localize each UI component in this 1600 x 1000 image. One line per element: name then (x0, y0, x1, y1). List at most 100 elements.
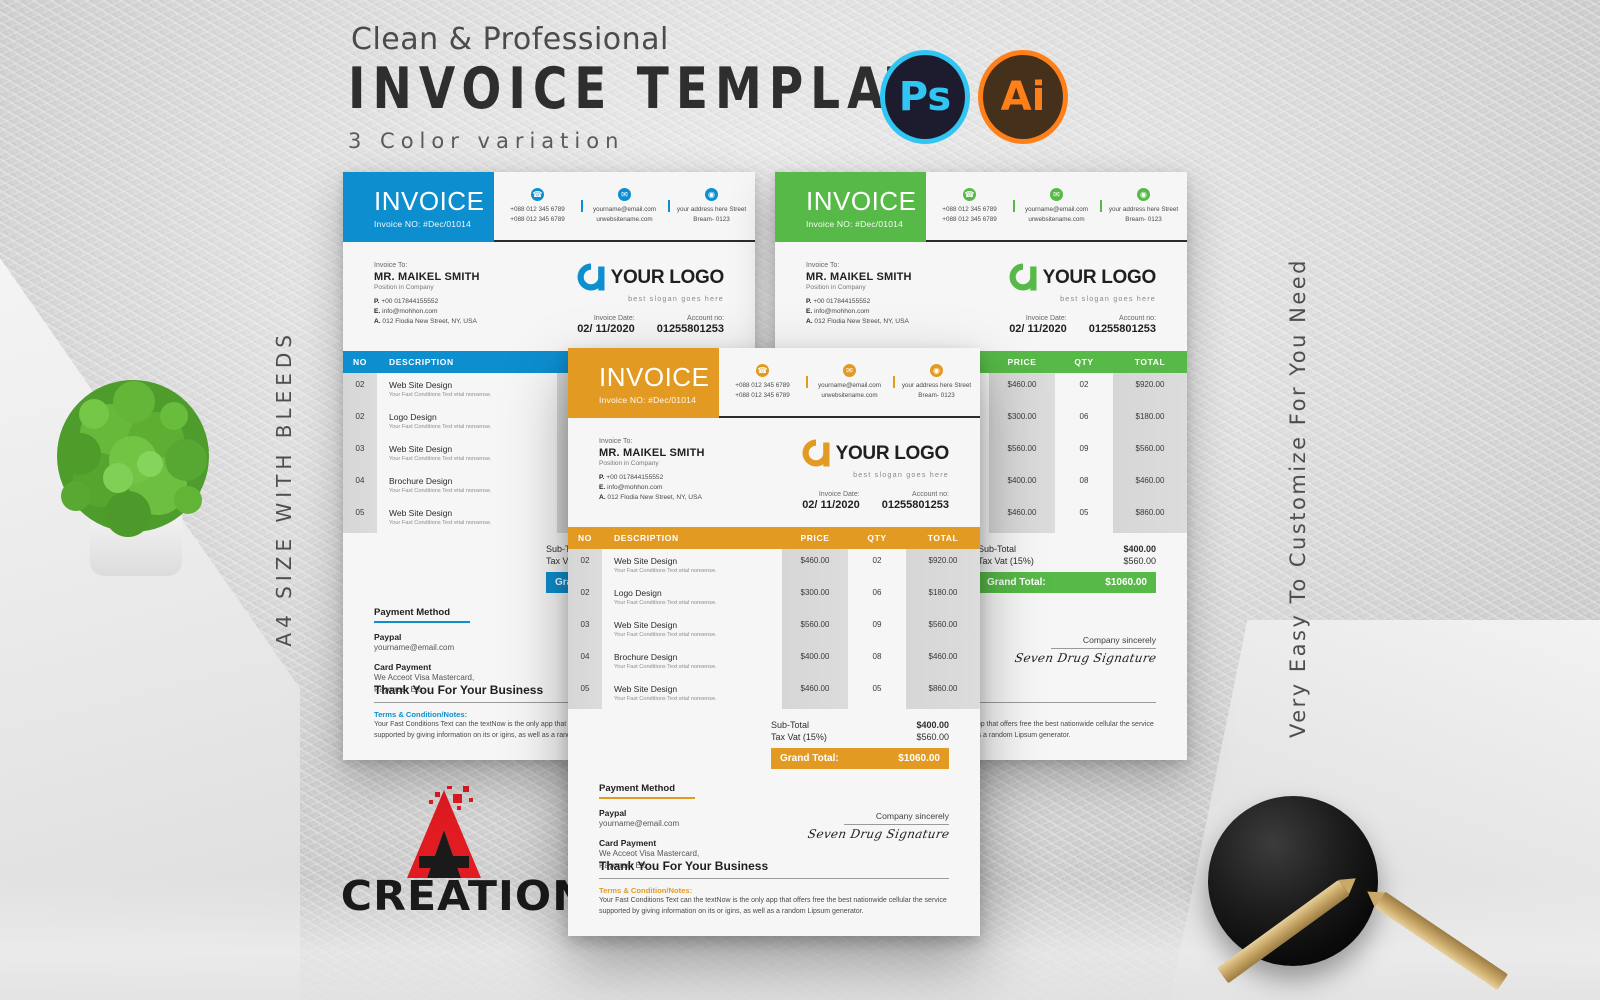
invoice-date-value: 02/ 11/2020 (802, 499, 860, 511)
paypal-value: yourname@email.com (374, 642, 455, 652)
bill-to-name: MR. MAIKEL SMITH (806, 271, 912, 283)
invoice-date-block: Invoice Date: 02/ 11/2020 (1009, 315, 1067, 335)
payment-method-heading: Payment Method (374, 607, 451, 618)
col-qty: QTY (1074, 357, 1094, 367)
cell-description: Logo Design Your Fast Conditions Text et… (614, 588, 717, 606)
cell-total: $920.00 (906, 549, 980, 581)
account-label: Account no: (1119, 315, 1156, 322)
email-icon: ✉ (1050, 188, 1063, 202)
grand-total-row: Grand Total: $1060.00 (771, 748, 949, 769)
cell-total: $560.00 (906, 613, 980, 645)
cell-price: $300.00 (782, 581, 848, 613)
subtotal-row: Sub-Total $400.00 (978, 543, 1156, 555)
col-description: DESCRIPTION (614, 533, 679, 543)
cell-price: $300.00 (989, 405, 1055, 437)
tax-value: $560.00 (916, 732, 949, 742)
grand-total-value: $1060.00 (898, 753, 940, 764)
bill-to-address: A. 012 Flodia New Street, NY, USA (599, 494, 702, 501)
payment-method-heading: Payment Method (599, 783, 676, 794)
tax-value: $560.00 (1123, 556, 1156, 566)
grand-total-row: Grand Total: $1060.00 (978, 572, 1156, 593)
cell-price: $460.00 (782, 677, 848, 709)
phone-icon: ☎ (963, 188, 976, 202)
cell-qty: 08 (872, 652, 882, 661)
table-row: 05 Web Site Design Your Fast Conditions … (568, 677, 980, 709)
cell-total: $860.00 (1113, 501, 1187, 533)
signature-rule (844, 824, 949, 825)
payment-signature-block: Payment Method Paypal yourname@email.com… (568, 769, 980, 871)
cell-price: $400.00 (989, 469, 1055, 501)
signature-name: Seven Drug Signature (1013, 651, 1158, 665)
contact-line: yourname@email.com urwebsitename.com (1024, 206, 1089, 223)
col-qty: QTY (867, 533, 887, 543)
cell-description: Web Site Design Your Fast Conditions Tex… (614, 556, 717, 574)
illustrator-badge: Ai (978, 50, 1068, 144)
line-items-table: NO DESCRIPTION PRICE QTY TOTAL 02 Web Si… (568, 527, 980, 709)
card-payment-label: Card Payment (599, 838, 657, 849)
payment-underline (599, 797, 695, 799)
subtotal-row: Sub-Total $400.00 (771, 719, 949, 731)
label-a4-size: A4 SIZE WITH BLEEDS (272, 330, 296, 647)
bill-to-address: A. 012 Flodia New Street, NY, USA (374, 318, 477, 325)
contact-email: ✉ yourname@email.com urwebsitename.com (806, 364, 893, 399)
cell-total: $460.00 (906, 645, 980, 677)
cell-description: Web Site Design Your Fast Conditions Tex… (614, 684, 717, 702)
cell-no: 05 (568, 677, 602, 709)
invoice-date-label: Invoice Date: (593, 315, 635, 322)
cell-no: 02 (568, 549, 602, 581)
bill-to-label: Invoice To: (806, 262, 840, 269)
bill-to-address: A. 012 Flodia New Street, NY, USA (806, 318, 909, 325)
card-payment-label: Card Payment (374, 662, 432, 673)
cell-description: Logo Design Your Fast Conditions Text et… (389, 412, 492, 430)
company-logo-block: YOUR LOGO best slogan goes here Invoice … (576, 262, 724, 335)
cell-price: $460.00 (782, 549, 848, 581)
plant-decoration (38, 368, 228, 576)
cell-total: $560.00 (1113, 437, 1187, 469)
bill-to-email: E. info@mohhon.com (374, 308, 438, 315)
invoice-title-block: INVOICE Invoice NO: #Dec/01014 (568, 348, 719, 418)
account-block: Account no: 01255801253 (1089, 315, 1156, 335)
tax-label: Tax Vat (15%) (771, 732, 827, 742)
contact-location: ◉ your address here Street Bream- 0123 (668, 188, 755, 223)
invoice-sheet-orange[interactable]: INVOICE Invoice NO: #Dec/01014 ☎ +088 01… (568, 348, 980, 936)
contact-line: +088 012 345 6789 +088 012 345 6789 (510, 206, 565, 223)
cell-price: $560.00 (782, 613, 848, 645)
invoice-date-value: 02/ 11/2020 (577, 323, 635, 335)
cell-qty: 09 (872, 620, 882, 629)
col-price: PRICE (1007, 357, 1037, 367)
invoice-heading: INVOICE (806, 186, 917, 216)
contact-location: ◉ your address here Street Bream- 0123 (893, 364, 980, 399)
cell-qty: 06 (1079, 412, 1089, 421)
cell-description: Brochure Design Your Fast Conditions Tex… (389, 476, 492, 494)
location-icon: ◉ (930, 364, 943, 378)
signature-company: Company sincerely (1082, 635, 1156, 645)
contact-line: your address here Street Bream- 0123 (901, 382, 972, 399)
bill-to-block: Invoice To: MR. MAIKEL SMITH Position in… (374, 262, 480, 335)
company-logo-block: YOUR LOGO best slogan goes here Invoice … (1008, 262, 1156, 335)
table-row: 03 Web Site Design Your Fast Conditions … (568, 613, 980, 645)
cell-qty: 02 (1079, 380, 1089, 389)
paypal-label: Paypal (599, 807, 627, 818)
subtotal-label: Sub-Total (771, 720, 810, 730)
a-creation-logo: CREATION (341, 786, 588, 926)
company-logo-icon (801, 438, 831, 468)
account-value: 01255801253 (1088, 323, 1156, 335)
bill-to-phone: P. +00 017844155552 (806, 298, 871, 305)
cell-price: $460.00 (989, 373, 1055, 405)
tax-row: Tax Vat (15%) $560.00 (978, 555, 1156, 567)
contact-line: your address here Street Bream- 0123 (676, 206, 747, 223)
cell-total: $180.00 (1113, 405, 1187, 437)
bill-to-position: Position in Company (599, 460, 659, 467)
cell-description: Brochure Design Your Fast Conditions Tex… (614, 652, 717, 670)
contact-phone: ☎ +088 012 345 6789 +088 012 345 6789 (926, 188, 1013, 223)
invoice-date-label: Invoice Date: (1025, 315, 1067, 322)
cell-no: 02 (568, 581, 602, 613)
bill-to-position: Position in Company (374, 284, 434, 291)
table-row: 02 Logo Design Your Fast Conditions Text… (568, 581, 980, 613)
bill-to-position: Position in Company (806, 284, 866, 291)
cell-no: 04 (568, 645, 602, 677)
cell-description: Web Site Design Your Fast Conditions Tex… (389, 508, 492, 526)
cell-qty: 05 (872, 684, 882, 693)
grand-total-label: Grand Total: (987, 577, 1046, 588)
plant-foliage-icon (57, 380, 209, 537)
